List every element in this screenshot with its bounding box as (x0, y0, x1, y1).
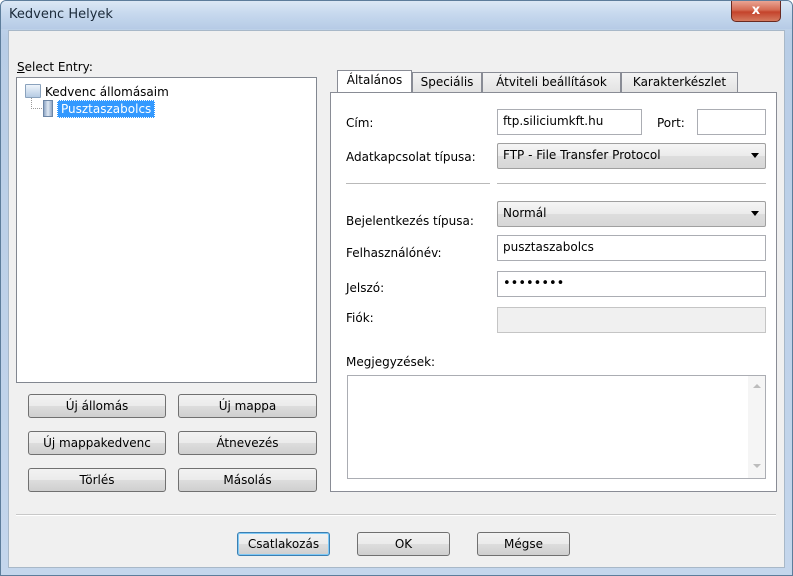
scroll-down-icon[interactable] (753, 464, 761, 468)
cancel-button[interactable]: Mégse (477, 532, 570, 556)
comments-scrollbar[interactable] (748, 376, 765, 478)
port-label: Port: (657, 116, 685, 130)
tab-transfer-settings[interactable]: Átviteli beállítások (482, 72, 621, 92)
separator (346, 183, 490, 185)
new-bookmark-button[interactable]: Új mappakedvenc (28, 431, 166, 455)
logon-type-select-value: Normál (503, 206, 547, 220)
protocol-label: Adatkapcsolat típusa: (346, 150, 476, 164)
logon-type-select[interactable]: Normál (497, 201, 766, 227)
close-icon: x (751, 3, 761, 18)
comments-label: Megjegyzések: (346, 355, 436, 369)
tab-general[interactable]: Általános (337, 70, 412, 92)
account-label: Fiók: (346, 311, 374, 325)
comments-textarea[interactable] (347, 375, 766, 479)
port-input[interactable] (697, 109, 766, 135)
tree-item-pusztaszabolcs[interactable]: Pusztaszabolcs (57, 100, 156, 118)
new-site-button[interactable]: Új állomás (28, 394, 166, 418)
title-bar[interactable]: Kedvenc Helyek x (1, 1, 792, 29)
password-label: Jelszó: (346, 281, 385, 295)
protocol-select[interactable]: FTP - File Transfer Protocol (497, 143, 766, 169)
tree-connector (31, 98, 42, 109)
username-input[interactable]: pusztaszabolcs (497, 235, 766, 261)
ok-button[interactable]: OK (357, 532, 450, 556)
separator (497, 183, 766, 185)
tab-advanced[interactable]: Speciális (412, 72, 482, 92)
new-folder-button[interactable]: Új mappa (178, 394, 317, 418)
chevron-down-icon (751, 153, 759, 158)
password-input[interactable]: •••••••• (497, 271, 766, 297)
host-label: Cím: (346, 116, 374, 130)
window-title: Kedvenc Helyek (9, 7, 113, 22)
close-button[interactable]: x (731, 1, 781, 22)
protocol-select-value: FTP - File Transfer Protocol (503, 148, 661, 162)
host-input[interactable]: ftp.siliciumkft.hu (497, 109, 642, 135)
tree-root-item[interactable]: Kedvenc állomásaim (25, 84, 169, 99)
tab-charset[interactable]: Karakterkészlet (621, 72, 738, 92)
select-entry-label: Select Entry: (17, 60, 93, 74)
footer-separator (16, 514, 776, 516)
copy-button[interactable]: Másolás (178, 468, 317, 492)
scroll-up-icon[interactable] (753, 384, 761, 388)
site-tree[interactable]: Kedvenc állomásaim Pusztaszabolcs (16, 77, 317, 383)
tree-root-label: Kedvenc állomásaim (45, 85, 169, 99)
account-input (497, 307, 766, 333)
username-label: Felhasználónév: (346, 246, 442, 260)
rename-button[interactable]: Átnevezés (178, 431, 317, 455)
logon-type-label: Bejelentkezés típusa: (346, 214, 474, 228)
connect-button[interactable]: Csatlakozás (237, 532, 330, 556)
chevron-down-icon (751, 211, 759, 216)
server-icon (43, 100, 53, 117)
delete-button[interactable]: Törlés (28, 468, 166, 492)
folder-icon (25, 84, 41, 98)
